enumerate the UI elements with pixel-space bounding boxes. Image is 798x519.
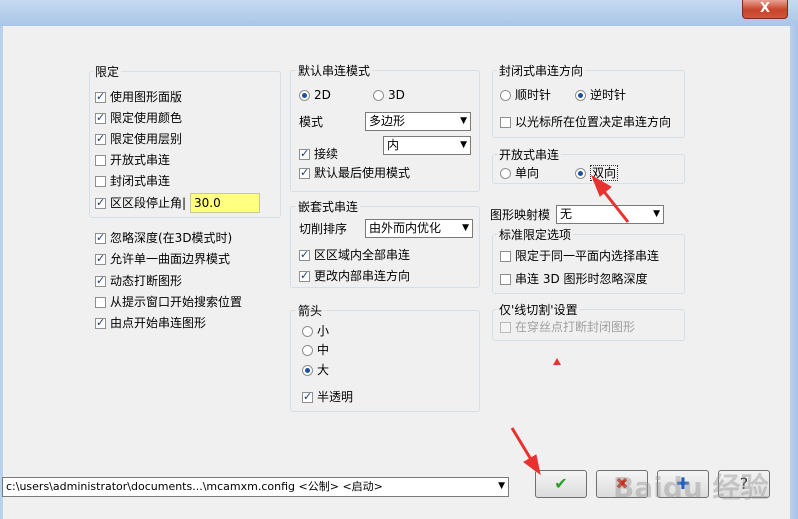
small-marker-triangle bbox=[553, 358, 561, 365]
arrow-to-double bbox=[590, 174, 630, 223]
arrow-to-ok bbox=[510, 427, 541, 476]
annotation-arrow-icon bbox=[510, 174, 630, 476]
